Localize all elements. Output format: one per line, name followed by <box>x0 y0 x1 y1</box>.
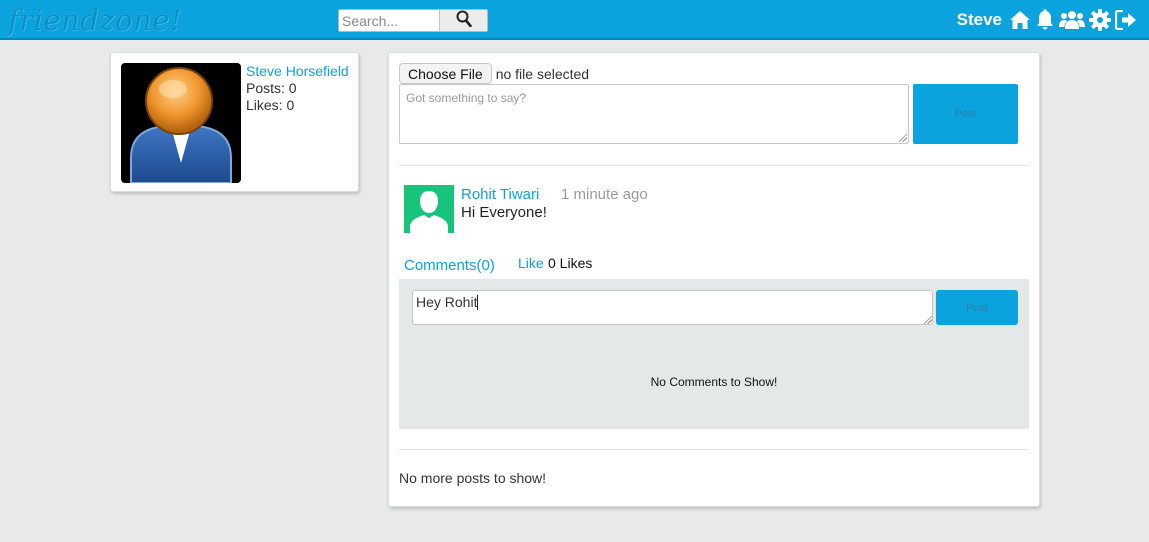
profile-info: Steve Horsefield Posts: 0 Likes: 0 <box>246 63 349 114</box>
post-author-name[interactable]: Rohit Tiwari <box>461 186 539 203</box>
no-more-posts-message: No more posts to show! <box>399 470 547 486</box>
search-button[interactable] <box>439 10 487 31</box>
profile-card: Steve Horsefield Posts: 0 Likes: 0 <box>110 52 359 192</box>
search-icon <box>456 10 472 31</box>
sign-out-icon[interactable] <box>1115 8 1137 32</box>
choose-file-button[interactable]: Choose File <box>399 63 492 84</box>
no-comments-message: No Comments to Show! <box>650 375 778 389</box>
status-textarea[interactable] <box>399 84 909 144</box>
comment-section: Hey Rohit Post No Comments to Show! <box>399 279 1029 429</box>
profile-likes-count: Likes: 0 <box>246 97 295 113</box>
gear-icon[interactable] <box>1089 8 1111 32</box>
post-body: Hi Everyone! <box>461 204 547 221</box>
friends-icon[interactable] <box>1059 8 1085 32</box>
top-navbar: friendzone! Steve <box>0 0 1149 40</box>
user-nav: Steve <box>957 7 1137 33</box>
profile-name-link[interactable]: Steve Horsefield <box>246 63 349 80</box>
feed-panel: Choose File no file selected Post Rohit … <box>388 52 1040 507</box>
nav-username[interactable]: Steve <box>957 10 1002 30</box>
profile-avatar[interactable] <box>121 63 241 183</box>
divider <box>399 449 1029 450</box>
post-author-avatar[interactable] <box>404 185 454 233</box>
comment-input[interactable]: Hey Rohit <box>412 290 933 325</box>
post-timestamp: 1 minute ago <box>561 186 648 203</box>
text-caret <box>477 295 479 310</box>
home-icon[interactable] <box>1009 8 1031 32</box>
post-comment-button[interactable]: Post <box>936 290 1018 325</box>
search-input[interactable] <box>339 10 439 31</box>
file-upload-row: Choose File no file selected <box>399 63 589 84</box>
file-status-text: no file selected <box>495 65 590 82</box>
comment-input-value: Hey Rohit <box>416 294 478 310</box>
bell-icon[interactable] <box>1035 8 1055 32</box>
comments-toggle-link[interactable]: Comments(0) <box>404 257 495 274</box>
like-link[interactable]: Like <box>518 255 544 271</box>
divider <box>399 165 1029 166</box>
post-status-button[interactable]: Post <box>913 84 1018 144</box>
likes-count: 0 Likes <box>548 255 593 271</box>
search-box <box>338 9 488 32</box>
resize-grip[interactable] <box>924 316 932 324</box>
resize-grip[interactable] <box>899 134 907 142</box>
logo[interactable]: friendzone! <box>8 3 182 37</box>
profile-posts-count: Posts: 0 <box>246 80 297 96</box>
